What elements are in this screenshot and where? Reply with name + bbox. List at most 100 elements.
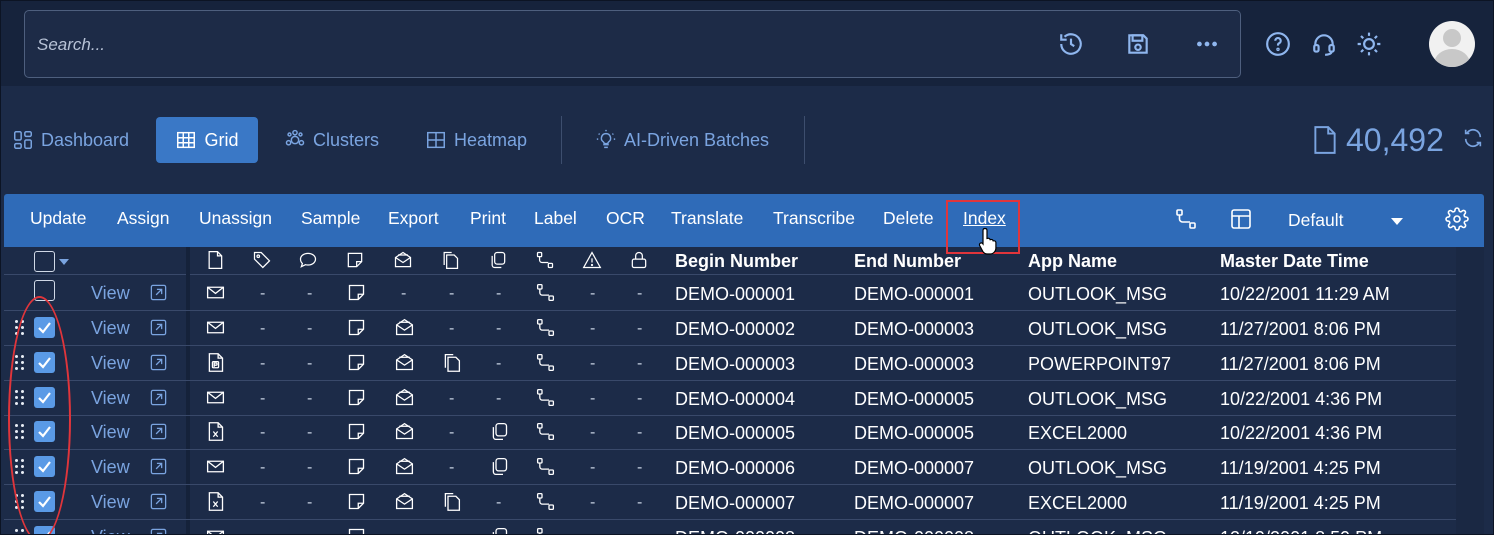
settings-gear-icon[interactable] bbox=[1445, 207, 1471, 233]
email-icon bbox=[205, 456, 227, 478]
begin-number-cell: DEMO-000003 bbox=[675, 353, 796, 374]
view-link[interactable]: View bbox=[91, 527, 130, 535]
email-thread-icon bbox=[394, 352, 416, 374]
avatar[interactable] bbox=[1429, 21, 1475, 67]
column-header-begin-number[interactable]: Begin Number bbox=[675, 249, 798, 273]
history-icon[interactable] bbox=[1056, 29, 1086, 59]
support-headset-icon[interactable] bbox=[1309, 29, 1339, 59]
row-checkbox[interactable] bbox=[34, 317, 55, 338]
select-menu-chevron-icon[interactable] bbox=[59, 259, 69, 265]
drag-handle-icon[interactable] bbox=[15, 424, 27, 442]
row-checkbox[interactable] bbox=[34, 280, 55, 301]
row-checkbox[interactable] bbox=[34, 352, 55, 373]
email-icon bbox=[205, 526, 227, 535]
table-row[interactable]: View - - - - - DEMO-000005 DEMO-000005 EXCEL2000… bbox=[4, 415, 1456, 450]
empty-value: - bbox=[590, 285, 596, 302]
table-row[interactable]: View - - - - - DEMO-000006 DEMO-000007 OUTLOOK_M… bbox=[4, 450, 1456, 485]
view-select[interactable]: Default bbox=[1288, 208, 1404, 232]
email-thread-icon bbox=[394, 421, 416, 443]
search-input[interactable] bbox=[37, 33, 937, 57]
unassign-button[interactable]: Unassign bbox=[199, 208, 272, 229]
nav-grid[interactable]: Grid bbox=[156, 117, 258, 163]
table-row[interactable]: View - - - - - DEMO-000007 DEMO-000007 EXCEL2000… bbox=[4, 485, 1456, 520]
empty-value: - bbox=[307, 285, 313, 302]
drag-handle-icon[interactable] bbox=[15, 529, 27, 535]
row-checkbox[interactable] bbox=[34, 456, 55, 477]
empty-value: - bbox=[637, 424, 643, 441]
empty-value: - bbox=[637, 459, 643, 476]
column-header-master-date-time[interactable]: Master Date Time bbox=[1220, 249, 1369, 273]
layout-icon[interactable] bbox=[1229, 207, 1255, 233]
workflow-icon bbox=[535, 282, 557, 304]
view-link[interactable]: View bbox=[91, 283, 130, 304]
transcribe-button[interactable]: Transcribe bbox=[773, 208, 855, 229]
open-external-icon[interactable] bbox=[149, 492, 169, 512]
empty-value: - bbox=[260, 459, 266, 476]
nav-dashboard[interactable]: Dashboard bbox=[2, 117, 139, 163]
table-row[interactable]: View - - - - - - - DEMO-000001 DEMO-000001 OUTLOOK… bbox=[4, 276, 1456, 311]
open-external-icon[interactable] bbox=[149, 422, 169, 442]
column-header-app-name[interactable]: App Name bbox=[1028, 249, 1117, 273]
open-external-icon[interactable] bbox=[149, 283, 169, 303]
nav-heatmap[interactable]: Heatmap bbox=[415, 117, 537, 163]
drag-handle-icon[interactable] bbox=[15, 320, 27, 338]
delete-button[interactable]: Delete bbox=[883, 208, 934, 229]
help-icon[interactable] bbox=[1263, 29, 1293, 59]
print-button[interactable]: Print bbox=[470, 208, 506, 229]
update-button[interactable]: Update bbox=[30, 208, 86, 229]
open-external-icon[interactable] bbox=[149, 527, 169, 535]
drag-handle-icon[interactable] bbox=[15, 390, 27, 408]
table-row[interactable]: View - - - - - - DEMO-000004 DEMO-000005 OUTLOOK_… bbox=[4, 381, 1456, 416]
open-external-icon[interactable] bbox=[149, 353, 169, 373]
select-all-checkbox[interactable] bbox=[34, 251, 55, 272]
view-link[interactable]: View bbox=[91, 422, 130, 443]
row-checkbox[interactable] bbox=[34, 526, 55, 535]
open-external-icon[interactable] bbox=[149, 388, 169, 408]
column-header-end-number[interactable]: End Number bbox=[854, 249, 961, 273]
workflow-icon[interactable] bbox=[1174, 207, 1200, 233]
save-icon[interactable] bbox=[1123, 29, 1153, 59]
label-button[interactable]: Label bbox=[534, 208, 577, 229]
export-button[interactable]: Export bbox=[388, 208, 439, 229]
drag-handle-icon[interactable] bbox=[15, 355, 27, 373]
nav-ai-driven-batches[interactable]: AI-Driven Batches bbox=[585, 117, 779, 163]
sample-button[interactable]: Sample bbox=[301, 208, 360, 229]
open-external-icon[interactable] bbox=[149, 457, 169, 477]
empty-value: - bbox=[496, 320, 502, 337]
refresh-icon[interactable] bbox=[1462, 127, 1486, 151]
translate-button[interactable]: Translate bbox=[671, 208, 743, 229]
row-checkbox[interactable] bbox=[34, 491, 55, 512]
row-checkbox[interactable] bbox=[34, 421, 55, 442]
document-count: 40,492 bbox=[1312, 118, 1444, 162]
nav-divider bbox=[561, 116, 562, 164]
note-icon bbox=[345, 250, 367, 272]
table-row[interactable]: View - - - - - - DEMO-000008 DEMO-000008 OUTLOOK_… bbox=[4, 520, 1456, 535]
nav-clusters[interactable]: Clusters bbox=[274, 117, 389, 163]
nav-divider bbox=[804, 116, 805, 164]
table-row[interactable]: View - - - - - - DEMO-000002 DEMO-000003 OUTLOOK_… bbox=[4, 311, 1456, 346]
view-link[interactable]: View bbox=[91, 388, 130, 409]
end-number-cell: DEMO-000005 bbox=[854, 388, 975, 409]
more-icon[interactable] bbox=[1192, 29, 1222, 59]
table-row[interactable]: View - - - - - DEMO-000003 DEMO-000003 POWERPOIN… bbox=[4, 346, 1456, 381]
master-date-time-cell: 11/27/2001 8:06 PM bbox=[1220, 353, 1381, 374]
theme-sun-icon[interactable] bbox=[1354, 29, 1384, 59]
grid-scroll-rail[interactable] bbox=[1456, 247, 1484, 535]
empty-value: - bbox=[590, 424, 596, 441]
drag-handle-icon[interactable] bbox=[15, 494, 27, 512]
empty-value: - bbox=[307, 424, 313, 441]
view-link[interactable]: View bbox=[91, 353, 130, 374]
app-name-cell: POWERPOINT97 bbox=[1028, 353, 1172, 374]
view-link[interactable]: View bbox=[91, 492, 130, 513]
assign-button[interactable]: Assign bbox=[117, 208, 170, 229]
ocr-button[interactable]: OCR bbox=[606, 208, 645, 229]
view-link[interactable]: View bbox=[91, 318, 130, 339]
empty-value: - bbox=[637, 355, 643, 372]
near-duplicates-icon bbox=[489, 526, 511, 535]
open-external-icon[interactable] bbox=[149, 318, 169, 338]
view-link[interactable]: View bbox=[91, 457, 130, 478]
empty-value: - bbox=[401, 527, 406, 535]
row-checkbox[interactable] bbox=[34, 387, 55, 408]
drag-handle-icon[interactable] bbox=[15, 459, 27, 477]
excel-file-icon bbox=[205, 421, 227, 443]
